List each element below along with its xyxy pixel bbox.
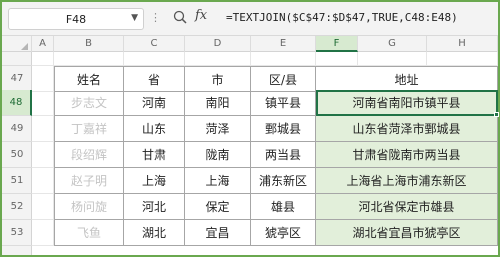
table-header-district[interactable]: 区/县: [251, 66, 316, 92]
formula-input[interactable]: =TEXTJOIN($C$47:$D$47,TRUE,C48:E48): [226, 11, 458, 24]
column-header-h[interactable]: H: [427, 36, 498, 52]
fill-handle[interactable]: [494, 112, 499, 117]
table-cell-name[interactable]: 杨问旋: [54, 194, 124, 220]
name-box-value: F48: [65, 12, 87, 26]
table-header-city[interactable]: 市: [185, 66, 251, 92]
table-cell-district[interactable]: 镇平县: [251, 90, 316, 116]
table-header-province[interactable]: 省: [124, 66, 185, 92]
cell-row46-g[interactable]: [358, 52, 427, 66]
column-header-b[interactable]: B: [54, 36, 124, 52]
chevron-down-icon[interactable]: ▼: [131, 13, 138, 23]
table-cell-province[interactable]: 湖北: [124, 220, 185, 246]
row-header-51[interactable]: 51: [2, 168, 32, 194]
table-cell-province[interactable]: 河北: [124, 194, 185, 220]
table-cell-name[interactable]: 步志文: [54, 90, 124, 116]
cell-a-52[interactable]: [32, 194, 54, 220]
cell-row46-d[interactable]: [185, 52, 251, 66]
row-headers: 47 48 49 50 51 52 53: [2, 52, 32, 255]
table-cell-city[interactable]: 陇南: [185, 142, 251, 168]
sheet-grid: 姓名省市区/县 地址步志文 河南 南阳 镇平县 河南省南阳市镇平县丁嘉祥 山东 菏泽 鄄城县 山东…: [32, 52, 499, 255]
table-cell-name[interactable]: 飞鱼: [54, 220, 124, 246]
cell-a-48[interactable]: [32, 90, 54, 116]
table-cell-address[interactable]: 甘肃省陇南市两当县: [316, 142, 498, 168]
cell-row46-e[interactable]: [251, 52, 316, 66]
table-cell-name[interactable]: 段绍辉: [54, 142, 124, 168]
cell-row46-a[interactable]: [32, 52, 54, 66]
select-all-icon: [21, 43, 28, 50]
table-header-address[interactable]: 地址: [316, 66, 498, 92]
table-cell-district[interactable]: 两当县: [251, 142, 316, 168]
column-header-e[interactable]: E: [251, 36, 316, 52]
column-header-c[interactable]: C: [124, 36, 185, 52]
table-cell-name[interactable]: 丁嘉祥: [54, 116, 124, 142]
column-headers: ABCDEFGH: [2, 36, 498, 52]
table-cell-city[interactable]: 南阳: [185, 90, 251, 116]
formula-bar: F48 ▼ ⋮ fx =TEXTJOIN($C$47:$D$47,TRUE,C4…: [2, 2, 498, 36]
row-header-48[interactable]: 48: [2, 90, 32, 116]
table-cell-district[interactable]: 猇亭区: [251, 220, 316, 246]
table-cell-province[interactable]: 山东: [124, 116, 185, 142]
function-icon[interactable]: fx: [195, 8, 207, 23]
table-cell-province[interactable]: 河南: [124, 90, 185, 116]
row-header-49[interactable]: 49: [2, 116, 32, 142]
row-header-50[interactable]: 50: [2, 142, 32, 168]
row-header-47[interactable]: 47: [2, 66, 32, 92]
table-cell-province[interactable]: 甘肃: [124, 142, 185, 168]
table-header-name[interactable]: 姓名: [54, 66, 124, 92]
zoom-icon[interactable]: [172, 9, 188, 25]
table-cell-city[interactable]: 保定: [185, 194, 251, 220]
cell-row46-f[interactable]: [316, 52, 358, 66]
table-cell-city[interactable]: 菏泽: [185, 116, 251, 142]
cell-a-49[interactable]: [32, 116, 54, 142]
row-header-partial[interactable]: [2, 52, 32, 66]
cell-a-53[interactable]: [32, 220, 54, 246]
table-cell-district[interactable]: 浦东新区: [251, 168, 316, 194]
table-cell-address[interactable]: 山东省菏泽市鄄城县: [316, 116, 498, 142]
cell-row46-h[interactable]: [427, 52, 498, 66]
table-cell-address[interactable]: 湖北省宜昌市猇亭区: [316, 220, 498, 246]
cell-a-50[interactable]: [32, 142, 54, 168]
cell-a-47[interactable]: [32, 66, 54, 92]
select-all-corner[interactable]: [2, 36, 32, 52]
cell-row46-b[interactable]: [54, 52, 124, 66]
row-header-52[interactable]: 52: [2, 194, 32, 220]
cell-row46-c[interactable]: [124, 52, 185, 66]
cell-a-51[interactable]: [32, 168, 54, 194]
table-cell-district[interactable]: 鄄城县: [251, 116, 316, 142]
table-cell-name[interactable]: 赵子明: [54, 168, 124, 194]
row-header-53[interactable]: 53: [2, 220, 32, 246]
table-cell-address[interactable]: 河北省保定市雄县: [316, 194, 498, 220]
column-header-a[interactable]: A: [32, 36, 54, 52]
table-cell-city[interactable]: 上海: [185, 168, 251, 194]
column-header-d[interactable]: D: [185, 36, 251, 52]
table-cell-province[interactable]: 上海: [124, 168, 185, 194]
table-cell-address[interactable]: 上海省上海市浦东新区: [316, 168, 498, 194]
column-header-g[interactable]: G: [358, 36, 427, 52]
more-options-icon[interactable]: ⋮: [150, 11, 161, 24]
table-cell-address[interactable]: 河南省南阳市镇平县: [316, 90, 498, 116]
name-box[interactable]: F48 ▼: [8, 8, 144, 30]
column-header-f[interactable]: F: [316, 36, 358, 52]
table-cell-city[interactable]: 宜昌: [185, 220, 251, 246]
table-cell-district[interactable]: 雄县: [251, 194, 316, 220]
